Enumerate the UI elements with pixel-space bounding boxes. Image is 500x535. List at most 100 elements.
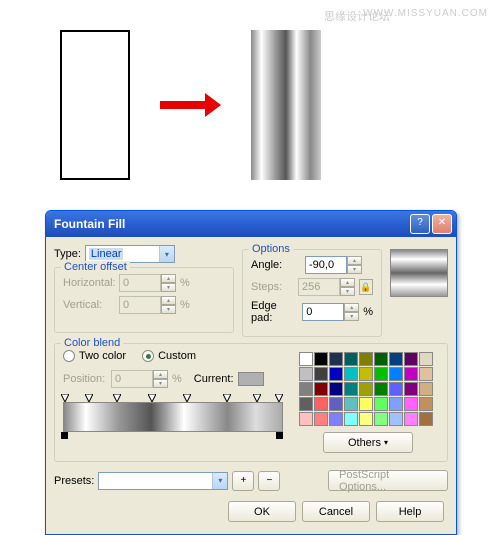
lock-icon[interactable]: 🔒: [359, 279, 373, 295]
gradient-stop[interactable]: [276, 432, 283, 439]
current-label: Current:: [194, 373, 234, 385]
palette-cell[interactable]: [389, 412, 403, 426]
ok-button[interactable]: OK: [228, 501, 296, 522]
gradient-marker[interactable]: [253, 394, 261, 402]
palette-cell[interactable]: [404, 367, 418, 381]
vertical-spinner: 0 ▴▾: [119, 296, 176, 314]
palette-cell[interactable]: [344, 352, 358, 366]
palette-cell[interactable]: [359, 352, 373, 366]
palette-cell[interactable]: [404, 352, 418, 366]
gradient-marker[interactable]: [183, 394, 191, 402]
edgepad-label: Edge pad:: [251, 300, 298, 324]
edgepad-spinner[interactable]: 0 ▴▾: [302, 303, 359, 321]
steps-label: Steps:: [251, 281, 294, 293]
palette-cell[interactable]: [344, 382, 358, 396]
palette-cell[interactable]: [359, 412, 373, 426]
palette-cell[interactable]: [314, 352, 328, 366]
palette-cell[interactable]: [344, 412, 358, 426]
current-swatch: [238, 372, 264, 386]
palette-cell[interactable]: [314, 412, 328, 426]
source-rectangle: [60, 30, 130, 180]
palette-cell[interactable]: [299, 382, 313, 396]
postscript-button: PostScript Options...: [328, 470, 448, 491]
demo-area: [60, 30, 321, 180]
palette-cell[interactable]: [419, 382, 433, 396]
palette-cell[interactable]: [374, 382, 388, 396]
palette-cell[interactable]: [329, 412, 343, 426]
center-offset-title: Center offset: [61, 261, 130, 273]
gradient-preview: [390, 249, 448, 297]
preset-add-button[interactable]: +: [232, 471, 254, 491]
palette-cell[interactable]: [359, 397, 373, 411]
palette-cell[interactable]: [329, 352, 343, 366]
gradient-marker[interactable]: [61, 394, 69, 402]
horizontal-spinner: 0 ▴▾: [119, 274, 176, 292]
palette-cell[interactable]: [359, 367, 373, 381]
palette-cell[interactable]: [374, 397, 388, 411]
palette-cell[interactable]: [329, 367, 343, 381]
palette-cell[interactable]: [419, 397, 433, 411]
close-title-button[interactable]: ✕: [432, 214, 452, 234]
horizontal-label: Horizontal:: [63, 277, 115, 289]
palette-cell[interactable]: [404, 412, 418, 426]
gradient-marker[interactable]: [223, 394, 231, 402]
palette-cell[interactable]: [314, 382, 328, 396]
help-title-button[interactable]: ?: [410, 214, 430, 234]
palette-cell[interactable]: [359, 382, 373, 396]
steps-spinner: 256 ▴▾: [298, 278, 355, 296]
gradient-bar[interactable]: [63, 402, 283, 432]
dialog-title: Fountain Fill: [54, 217, 125, 231]
palette-cell[interactable]: [389, 367, 403, 381]
palette-cell[interactable]: [374, 352, 388, 366]
gradient-marker[interactable]: [148, 394, 156, 402]
titlebar[interactable]: Fountain Fill ? ✕: [46, 211, 456, 237]
palette-cell[interactable]: [299, 412, 313, 426]
palette-cell[interactable]: [404, 382, 418, 396]
gradient-marker[interactable]: [275, 394, 283, 402]
palette-cell[interactable]: [344, 367, 358, 381]
colorblend-title: Color blend: [61, 337, 123, 349]
palette-cell[interactable]: [314, 397, 328, 411]
position-label: Position:: [63, 373, 107, 385]
twocolor-radio[interactable]: Two color: [63, 350, 126, 362]
palette-cell[interactable]: [374, 367, 388, 381]
palette-cell[interactable]: [329, 382, 343, 396]
palette-cell[interactable]: [299, 352, 313, 366]
fountain-fill-dialog: Fountain Fill ? ✕ Type: Linear ▾ Center …: [45, 210, 457, 535]
chevron-down-icon: ▾: [212, 473, 227, 489]
gradient-marker[interactable]: [85, 394, 93, 402]
palette-cell[interactable]: [329, 397, 343, 411]
palette-cell[interactable]: [299, 397, 313, 411]
arrow-icon: [160, 93, 221, 117]
chevron-down-icon: ▾: [159, 246, 174, 262]
watermark-en: WWW.MISSYUAN.COM: [363, 8, 488, 19]
type-label: Type:: [54, 248, 81, 260]
presets-dropdown[interactable]: ▾: [98, 472, 228, 490]
palette-cell[interactable]: [389, 382, 403, 396]
palette-cell[interactable]: [389, 352, 403, 366]
palette-cell[interactable]: [344, 397, 358, 411]
palette-cell[interactable]: [419, 412, 433, 426]
cancel-button[interactable]: Cancel: [302, 501, 370, 522]
palette-cell[interactable]: [419, 352, 433, 366]
angle-label: Angle:: [251, 259, 301, 271]
angle-spinner[interactable]: -90,0 ▴▾: [305, 256, 362, 274]
palette-cell[interactable]: [374, 412, 388, 426]
palette-cell[interactable]: [299, 367, 313, 381]
palette-cell[interactable]: [419, 367, 433, 381]
help-button[interactable]: Help: [376, 501, 444, 522]
palette-cell[interactable]: [314, 367, 328, 381]
options-title: Options: [249, 243, 293, 255]
gradient-stop[interactable]: [61, 432, 68, 439]
others-button[interactable]: Others ▾: [323, 432, 413, 453]
result-rectangle: [251, 30, 321, 180]
vertical-label: Vertical:: [63, 299, 115, 311]
preset-remove-button[interactable]: −: [258, 471, 280, 491]
palette-cell[interactable]: [389, 397, 403, 411]
gradient-editor[interactable]: [63, 392, 283, 442]
position-spinner: 0 ▴▾: [111, 370, 168, 388]
color-palette[interactable]: [297, 350, 439, 428]
palette-cell[interactable]: [404, 397, 418, 411]
custom-radio[interactable]: Custom: [142, 350, 196, 362]
gradient-marker[interactable]: [113, 394, 121, 402]
